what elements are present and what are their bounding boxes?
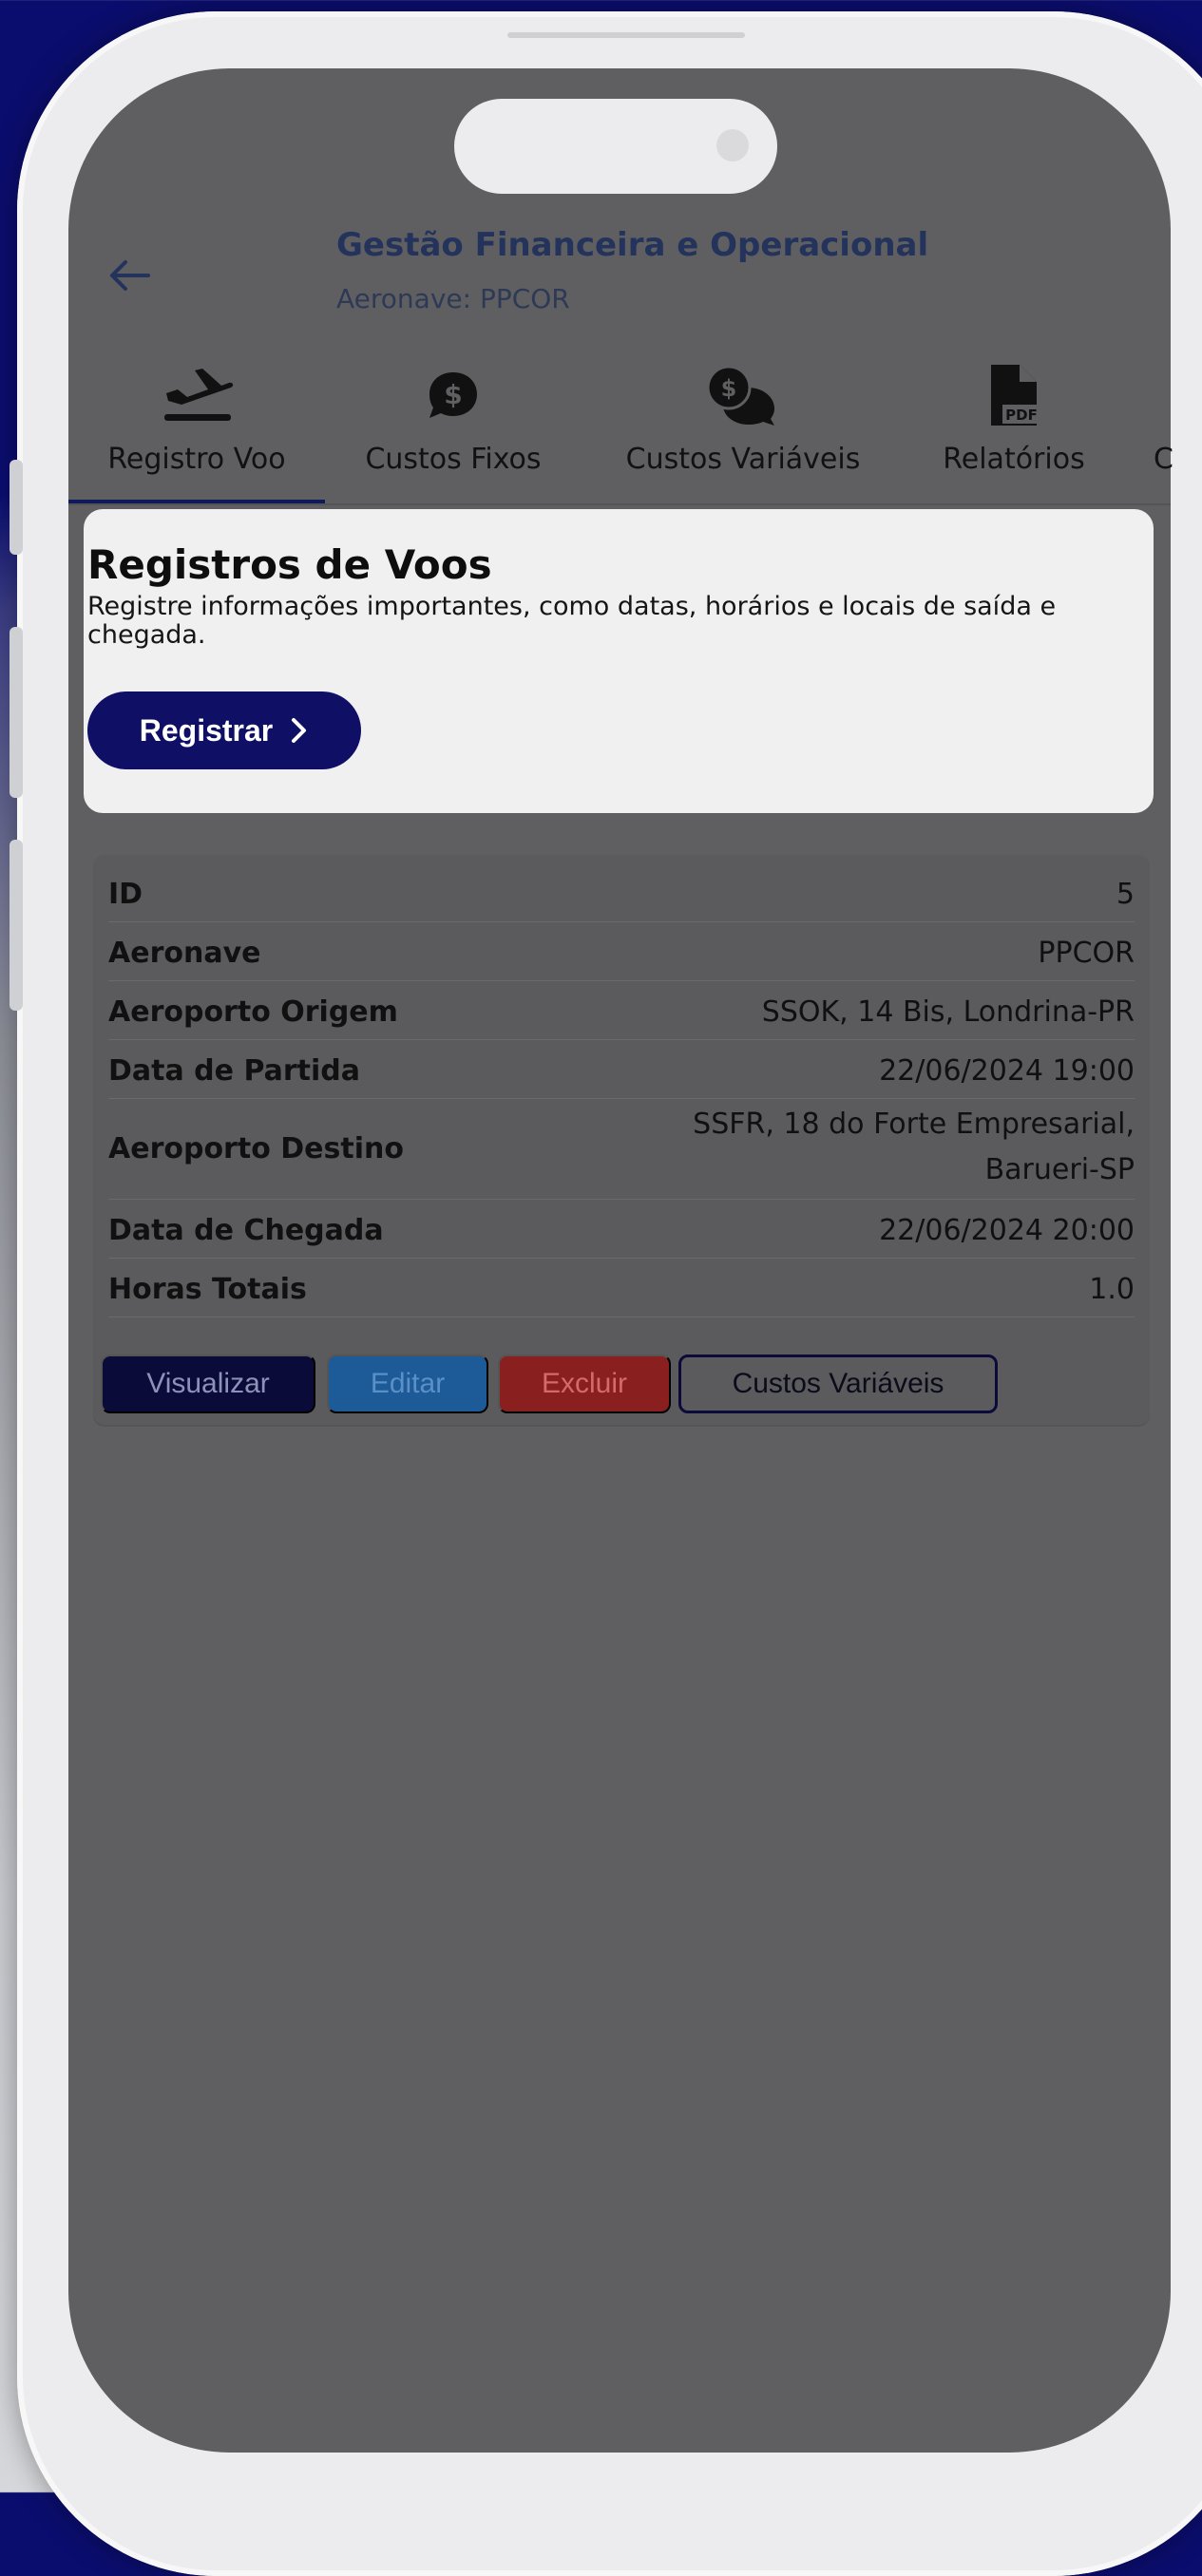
row-value: SSOK, 14 Bis, Londrina-PR: [761, 995, 1135, 1029]
svg-text:$: $: [444, 379, 462, 410]
table-row: ID 5: [108, 864, 1135, 922]
tab-registro-voo[interactable]: Registro Voo: [68, 351, 325, 503]
page-title: Gestão Financeira e Operacional: [336, 226, 929, 264]
table-row: Horas Totais 1.0: [108, 1260, 1135, 1317]
table-row: Aeroporto Origem SSOK, 14 Bis, Londrina-…: [108, 982, 1135, 1040]
delete-button[interactable]: Excluir: [498, 1354, 671, 1413]
chevron-right-icon: [292, 718, 307, 743]
table-row: Data de Chegada 22/06/2024 20:00: [108, 1201, 1135, 1259]
row-value: PPCOR: [1038, 937, 1135, 970]
tab-label: Relatórios: [943, 443, 1085, 476]
aircraft-subtitle: Aeronave: PPCOR: [336, 283, 570, 314]
tab-label: Custos Variáveis: [625, 443, 861, 476]
row-value-line2: Barueri-SP: [984, 1153, 1135, 1186]
back-arrow-icon[interactable]: [106, 255, 152, 296]
plane-departure-icon: [164, 369, 234, 421]
variable-costs-button[interactable]: Custos Variáveis: [678, 1354, 998, 1413]
edit-button[interactable]: Editar: [327, 1354, 488, 1413]
row-value: 22/06/2024 20:00: [879, 1214, 1135, 1247]
svg-text:$: $: [721, 375, 737, 402]
card-title: Registros de Voos: [87, 541, 492, 588]
row-label: Aeronave: [108, 937, 261, 970]
row-label: ID: [108, 878, 143, 911]
row-value: 22/06/2024 19:00: [879, 1054, 1135, 1088]
card-description: Registre informações importantes, como d…: [87, 592, 1057, 650]
table-row: Aeroporto Destino SSFR, 18 do Forte Empr…: [108, 1100, 1135, 1200]
table-row: Aeronave PPCOR: [108, 923, 1135, 981]
money-bubble-icon: $: [429, 372, 477, 418]
money-chat-icon: $: [706, 365, 774, 426]
svg-text:PDF: PDF: [1005, 407, 1038, 424]
table-row: Data de Partida 22/06/2024 19:00: [108, 1041, 1135, 1099]
row-label: Data de Chegada: [108, 1214, 384, 1247]
camera-lens: [716, 129, 749, 161]
tab-overflow[interactable]: C: [1154, 443, 1173, 476]
volume-down-button: [10, 840, 23, 1011]
tab-label: Registro Voo: [107, 443, 286, 476]
tab-label: Custos Fixos: [365, 443, 542, 476]
register-button-label: Registrar: [139, 712, 274, 748]
mute-switch: [10, 460, 23, 555]
volume-up-button: [10, 627, 23, 798]
pdf-file-icon: PDF: [991, 365, 1040, 426]
row-label: Data de Partida: [108, 1054, 361, 1088]
tab-custos-fixos[interactable]: $ Custos Fixos: [334, 351, 572, 503]
flight-records-card: Registros de Voos Registre informações i…: [84, 509, 1154, 813]
row-value: 1.0: [1089, 1273, 1135, 1306]
register-button[interactable]: Registrar: [87, 691, 361, 769]
row-label: Aeroporto Origem: [108, 995, 398, 1029]
speaker-grille: [507, 32, 745, 38]
flight-details-table: ID 5 Aeronave PPCOR Aeroporto Origem SSO…: [93, 855, 1150, 1425]
row-label: Horas Totais: [108, 1273, 307, 1306]
row-value: SSFR, 18 do Forte Empresarial,: [693, 1108, 1135, 1141]
tab-divider: [68, 503, 1171, 505]
tab-relatorios[interactable]: PDF Relatórios: [914, 351, 1114, 503]
row-label: Aeroporto Destino: [108, 1132, 404, 1165]
tab-custos-variaveis[interactable]: $ Custos Variáveis: [582, 351, 905, 503]
view-button[interactable]: Visualizar: [101, 1354, 315, 1413]
dynamic-island: [454, 99, 777, 194]
row-value: 5: [1116, 878, 1135, 911]
